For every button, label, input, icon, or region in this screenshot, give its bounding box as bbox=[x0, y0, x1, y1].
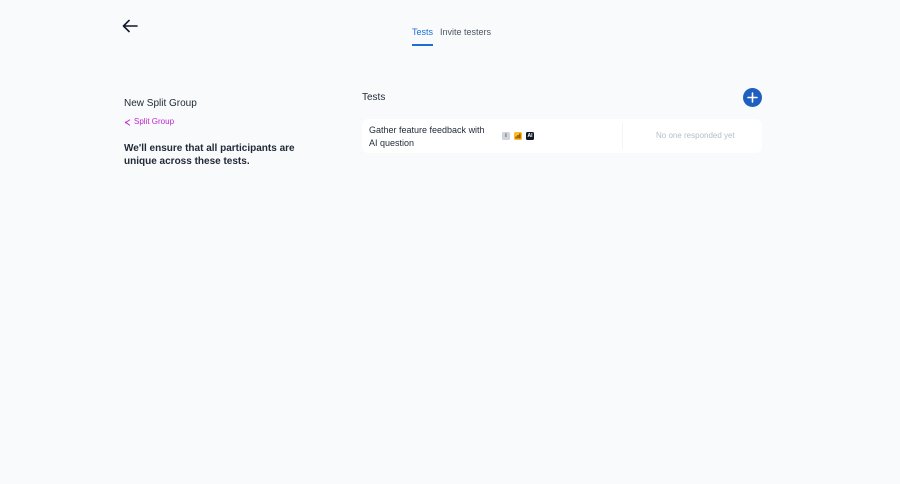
test-status: No one responded yet bbox=[656, 131, 735, 140]
tab-tests[interactable]: Tests bbox=[412, 27, 434, 46]
chart-icon bbox=[514, 132, 522, 140]
tests-section-title: Tests bbox=[362, 92, 386, 103]
info-icon: i bbox=[502, 132, 510, 140]
plus-icon bbox=[747, 92, 758, 103]
split-icon bbox=[124, 118, 131, 126]
test-card[interactable]: Gather feature feedback with AI question… bbox=[362, 119, 762, 153]
group-description: We'll ensure that all participants are u… bbox=[124, 143, 295, 167]
card-divider bbox=[622, 123, 623, 149]
tab-invite-testers[interactable]: Invite testers bbox=[440, 27, 491, 46]
group-title: New Split Group bbox=[124, 98, 197, 109]
test-badges: i AI bbox=[502, 132, 534, 140]
tab-bar: Tests Invite testers bbox=[412, 27, 491, 46]
arrow-left-icon bbox=[122, 19, 138, 33]
group-type-text: Split Group bbox=[134, 117, 175, 126]
test-name: Gather feature feedback with AI question bbox=[369, 125, 485, 148]
group-info-panel: New Split Group Split Group We'll ensure… bbox=[124, 98, 324, 168]
group-type-label: Split Group bbox=[124, 117, 324, 127]
ai-icon: AI bbox=[526, 132, 534, 140]
back-button[interactable] bbox=[120, 16, 140, 36]
add-test-button[interactable] bbox=[743, 88, 762, 107]
